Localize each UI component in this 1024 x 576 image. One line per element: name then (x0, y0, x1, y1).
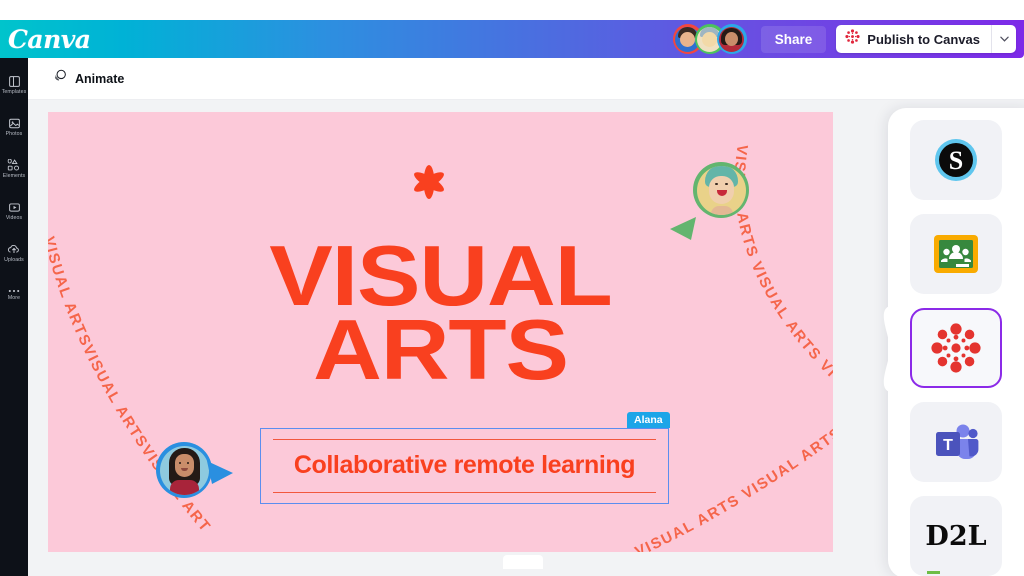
sidebar-label: Photos (5, 130, 23, 137)
app-tile-canvas[interactable] (910, 308, 1002, 388)
sidebar-label: Elements (2, 172, 26, 179)
canvas-bottom-handle[interactable] (503, 555, 543, 569)
canvas-lms-icon (931, 323, 981, 373)
schoology-icon: S (935, 139, 977, 181)
canva-editor-window: Canva Share Publish to Canvas Templates … (0, 0, 1024, 576)
panel-notch (866, 306, 890, 392)
text-box-rule-bottom (273, 491, 656, 493)
templates-icon (8, 75, 21, 88)
collaborator-cursor-green (670, 162, 749, 240)
text-box-rule-top (273, 439, 656, 441)
collaborator-cursor-blue (156, 442, 233, 498)
animate-label: Animate (75, 71, 125, 86)
publish-label: Publish to Canvas (867, 31, 980, 47)
window-top-strip (0, 0, 1024, 20)
collaborator-avatar-group[interactable] (672, 24, 747, 54)
sidebar-item-elements[interactable]: Elements (0, 148, 28, 190)
uploads-icon (7, 243, 21, 256)
publish-button-group: Publish to Canvas (836, 25, 1016, 53)
publish-to-canvas-button[interactable]: Publish to Canvas (836, 25, 991, 53)
svg-text:S: S (949, 146, 963, 175)
svg-text:T: T (943, 437, 953, 454)
sidebar-item-videos[interactable]: Videos (0, 190, 28, 232)
headline-line-2: ARTS (313, 302, 569, 398)
app-header: Canva Share Publish to Canvas (0, 20, 1024, 58)
sidebar-item-templates[interactable]: Templates (0, 64, 28, 106)
sidebar-label: Uploads (4, 256, 24, 263)
app-tile-d2l[interactable]: D2L (910, 496, 1002, 576)
photos-icon (8, 117, 21, 130)
collaborator-avatar-green (693, 162, 749, 218)
sidebar-item-uploads[interactable]: Uploads (0, 232, 28, 274)
cursor-arrow-green (670, 217, 696, 240)
share-button[interactable]: Share (760, 25, 827, 53)
collaborator-tag-alana: Alana (627, 412, 670, 428)
app-tile-microsoft-teams[interactable]: T (910, 402, 1002, 482)
asterisk-star-icon (403, 154, 455, 210)
text-box-content[interactable]: Collaborative remote learning (261, 451, 668, 480)
more-dots-icon (7, 288, 21, 294)
google-classroom-icon (934, 235, 978, 273)
header-right-controls: Share Publish to Canvas (672, 24, 1024, 54)
app-tile-google-classroom[interactable] (910, 214, 1002, 294)
sidebar-label: More (7, 295, 21, 302)
cursor-arrow-blue (207, 461, 233, 484)
left-sidebar: Templates Photos Elements Videos Uploads… (0, 58, 28, 576)
chevron-down-icon (999, 36, 1009, 42)
headline-text[interactable]: VISUAL ARTS (48, 234, 833, 398)
apps-panel: S T D2L (883, 108, 1024, 576)
canva-logo[interactable]: Canva (8, 27, 91, 52)
elements-icon (7, 158, 21, 172)
videos-icon (8, 201, 21, 214)
sidebar-item-photos[interactable]: Photos (0, 106, 28, 148)
editor-workspace: VISUAL ARTSVISUAL ARTSVISUAL ARTS VISUAL… (28, 100, 1024, 576)
d2l-label: D2L (925, 520, 987, 552)
editor-toolbar: Animate (28, 58, 1024, 100)
publish-dropdown-toggle[interactable] (991, 25, 1016, 53)
app-tile-schoology[interactable]: S (910, 120, 1002, 200)
sidebar-label: Videos (5, 214, 23, 221)
canvas-lms-icon (845, 29, 860, 49)
design-canvas[interactable]: VISUAL ARTSVISUAL ARTSVISUAL ARTS VISUAL… (48, 112, 833, 552)
sidebar-label: Templates (1, 88, 27, 95)
animate-button[interactable]: Animate (52, 68, 124, 89)
selected-text-box[interactable]: Collaborative remote learning Alana (260, 412, 670, 504)
microsoft-teams-icon: T (936, 424, 979, 459)
animate-circles-icon (52, 68, 68, 89)
d2l-accent-underline (927, 571, 940, 574)
apps-list: S T D2L (910, 120, 1002, 576)
avatar[interactable] (716, 24, 747, 54)
sidebar-item-more[interactable]: More (0, 274, 28, 316)
